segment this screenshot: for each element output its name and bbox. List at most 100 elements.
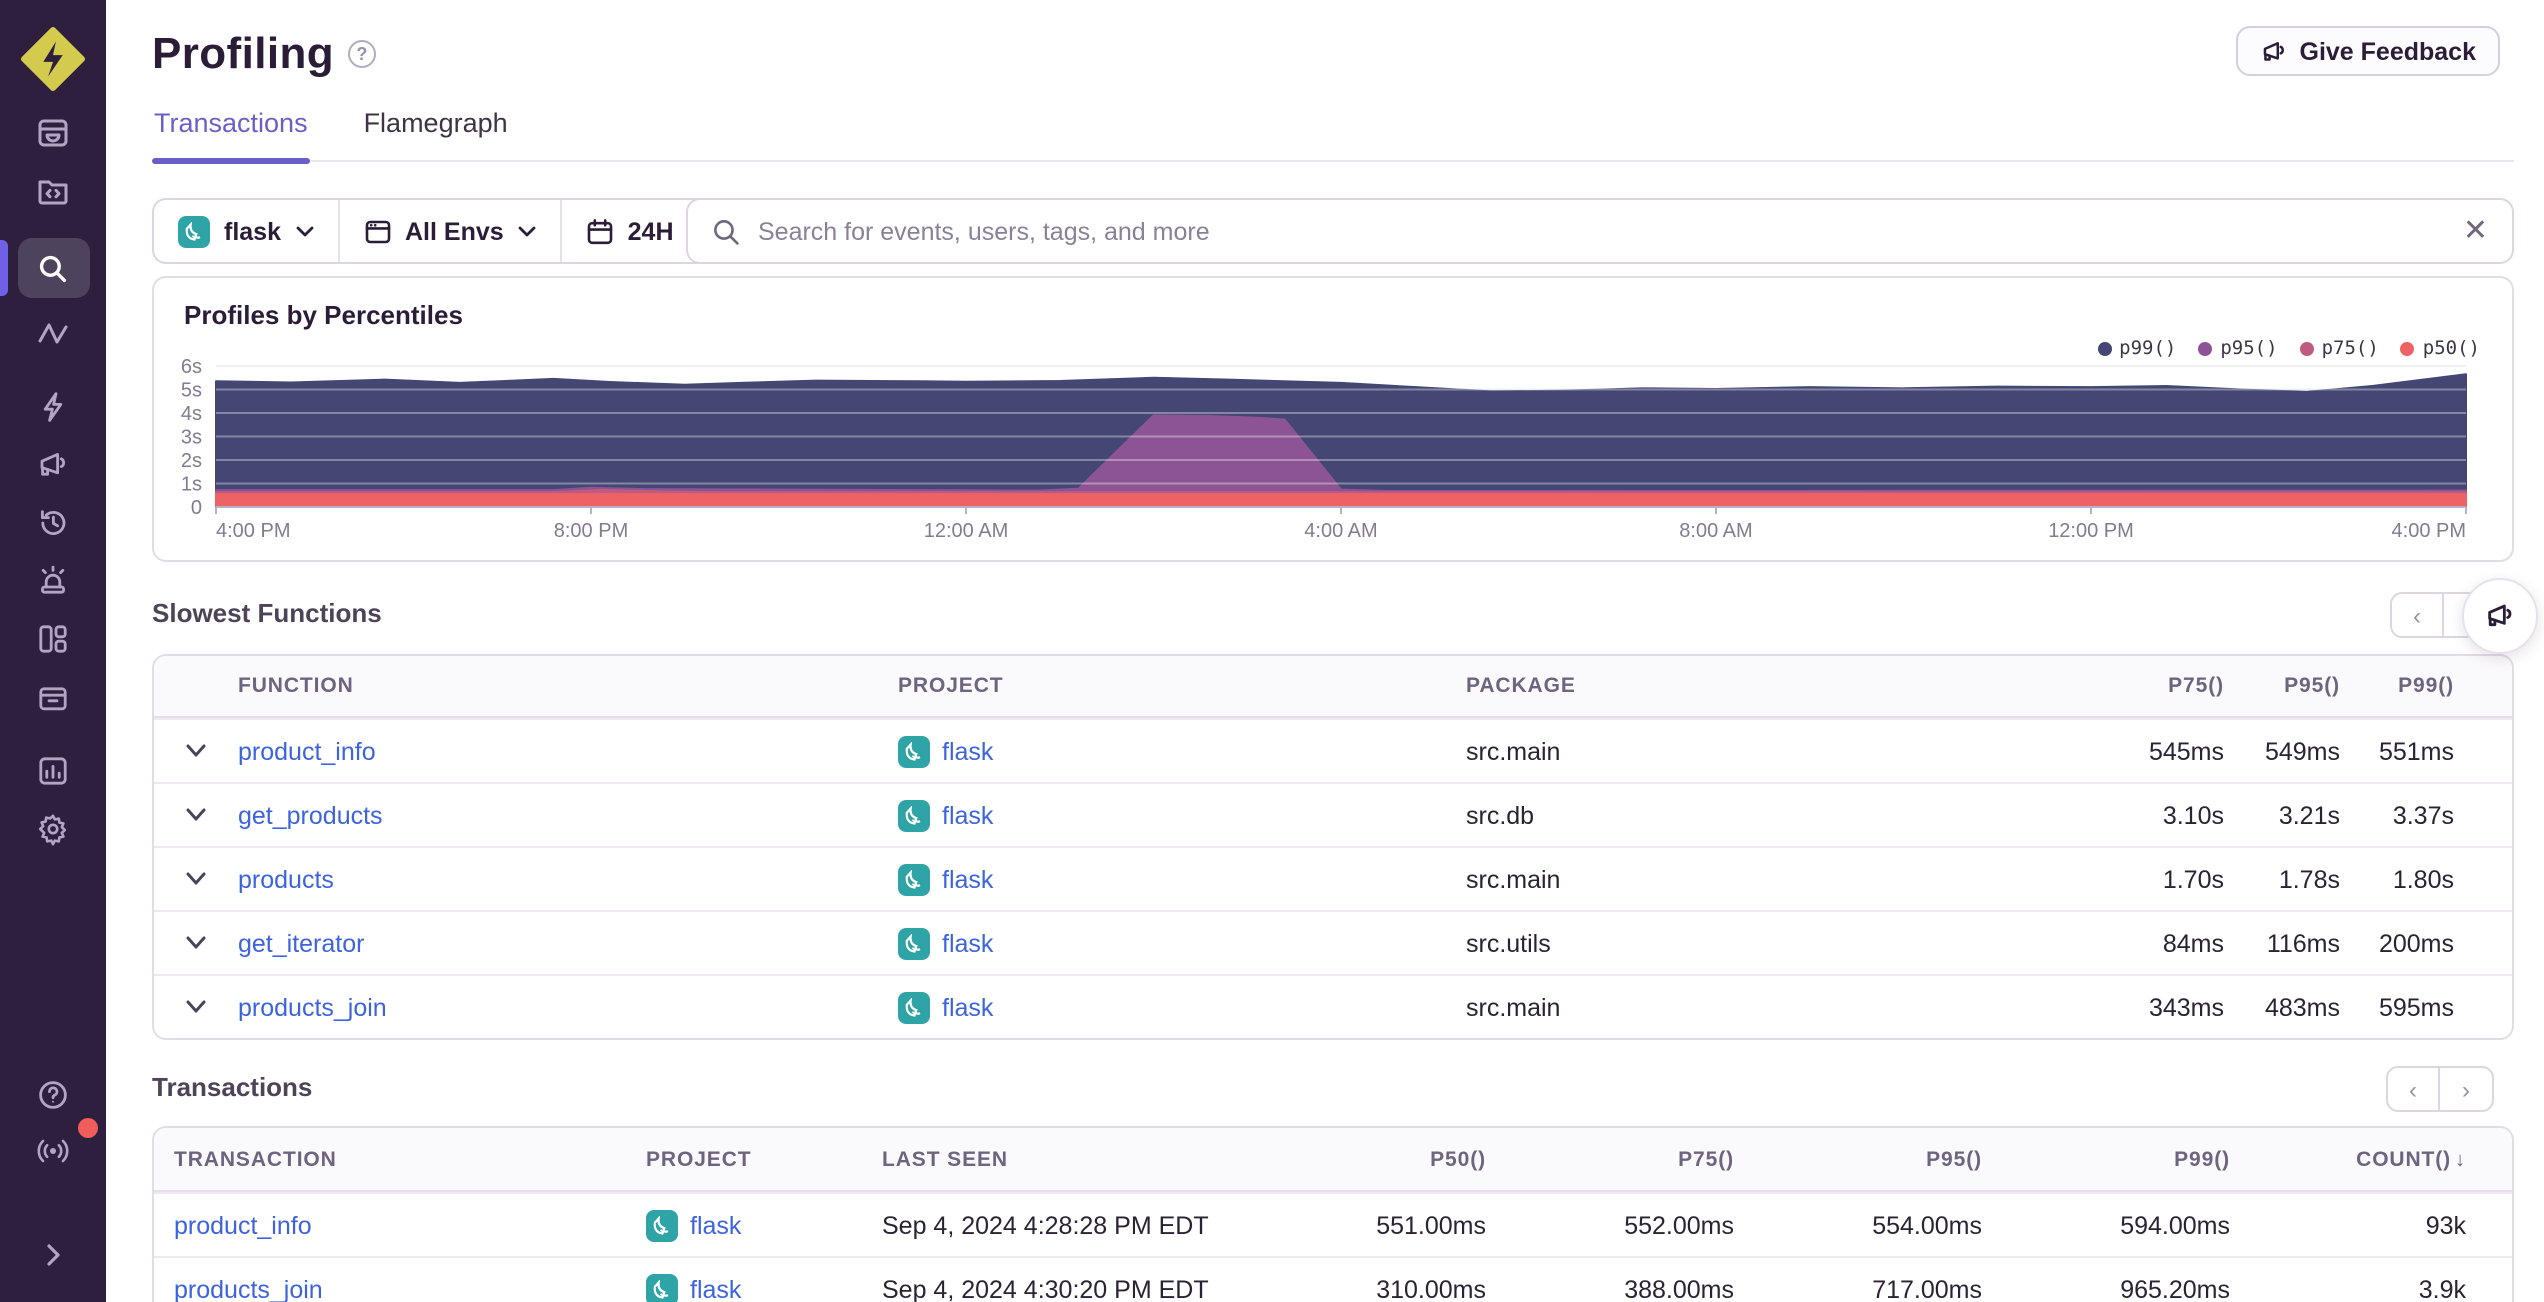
expand-row-button[interactable] xyxy=(154,872,238,886)
sidebar-item-stats[interactable] xyxy=(19,746,87,794)
package-cell: src.main xyxy=(1466,993,1561,1021)
package-cell: src.main xyxy=(1466,737,1561,765)
trace-zigzag-icon xyxy=(38,322,68,343)
search-input[interactable] xyxy=(758,217,2445,245)
floating-feedback-button[interactable] xyxy=(2462,578,2538,654)
sidebar-item-help[interactable] xyxy=(19,1070,87,1118)
project-filter[interactable]: flask xyxy=(154,200,337,262)
sidebar-collapse-button[interactable] xyxy=(19,1230,87,1278)
give-feedback-button[interactable]: Give Feedback xyxy=(2235,26,2500,76)
project-link[interactable]: flask xyxy=(942,801,993,829)
folder-code-icon xyxy=(38,179,68,204)
prev-page-button[interactable]: ‹ xyxy=(2386,1066,2440,1112)
date-range-label: 24H xyxy=(627,217,674,245)
sidebar-item-settings[interactable] xyxy=(19,804,87,852)
sidebar-item-alerts[interactable] xyxy=(19,556,87,604)
p99-cell: 1.80s xyxy=(2392,865,2454,893)
col-p95: P95() xyxy=(1926,1147,1982,1171)
project-link[interactable]: flask xyxy=(942,993,993,1021)
sidebar-item-replays[interactable] xyxy=(19,498,87,546)
sidebar-item-dashboards[interactable] xyxy=(19,614,87,662)
chevron-down-icon xyxy=(295,225,313,236)
function-link[interactable]: products_join xyxy=(238,993,898,1021)
expand-row-button[interactable] xyxy=(154,1000,238,1014)
issues-icon xyxy=(38,118,68,146)
p95-cell: 717.00ms xyxy=(1872,1275,1982,1302)
svg-text:4:00 PM: 4:00 PM xyxy=(2392,520,2466,542)
function-link[interactable]: get_iterator xyxy=(238,929,898,957)
tab-flamegraph[interactable]: Flamegraph xyxy=(362,104,510,160)
sidebar-item-feedback[interactable] xyxy=(19,440,87,488)
title-help-icon[interactable]: ? xyxy=(348,40,377,68)
project-link[interactable]: flask xyxy=(690,1275,741,1302)
svg-text:12:00 PM: 12:00 PM xyxy=(2048,520,2134,542)
expand-row-button[interactable] xyxy=(154,936,238,950)
sidebar-item-releases[interactable] xyxy=(19,672,87,720)
tab-transactions[interactable]: Transactions xyxy=(152,104,310,164)
col-project: PROJECT xyxy=(898,674,1004,698)
package-cell: src.db xyxy=(1466,801,1535,829)
project-link[interactable]: flask xyxy=(690,1211,741,1239)
p99-cell: 551ms xyxy=(2378,737,2454,765)
slowest-functions-heading: Slowest Functions xyxy=(152,598,382,628)
transaction-link[interactable]: products_join xyxy=(154,1275,646,1302)
flask-project-icon xyxy=(178,215,210,247)
transactions-header-row: TRANSACTION PROJECT LAST SEEN P50() P75(… xyxy=(154,1128,2512,1192)
broadcast-icon xyxy=(37,1138,69,1162)
transactions-table: TRANSACTION PROJECT LAST SEEN P50() P75(… xyxy=(152,1126,2514,1302)
function-link[interactable]: product_info xyxy=(238,737,898,765)
flask-project-icon xyxy=(646,1273,678,1302)
flask-project-icon xyxy=(646,1209,678,1241)
transaction-link[interactable]: product_info xyxy=(154,1211,646,1239)
table-row: products_join flask src.main 343ms 483ms… xyxy=(154,974,2512,1038)
give-feedback-label: Give Feedback xyxy=(2299,37,2477,65)
transactions-heading: Transactions xyxy=(152,1072,313,1102)
bar-chart-icon xyxy=(39,756,67,784)
col-transaction: TRANSACTION xyxy=(174,1147,337,1171)
project-link[interactable]: flask xyxy=(942,929,993,957)
chevron-right-icon xyxy=(47,1243,60,1265)
clock-rewind-icon xyxy=(41,509,66,534)
last-seen-cell: Sep 4, 2024 4:30:20 PM EDT xyxy=(882,1275,1209,1302)
table-row: product_info flask Sep 4, 2024 4:28:28 P… xyxy=(154,1192,2512,1256)
table-row: products flask src.main 1.70s 1.78s 1.80… xyxy=(154,846,2512,910)
col-p95: P95() xyxy=(2284,674,2340,698)
col-project: PROJECT xyxy=(646,1147,752,1171)
environment-filter[interactable]: All Envs xyxy=(337,200,560,262)
sidebar-item-projects[interactable] xyxy=(19,166,87,214)
window-icon xyxy=(364,219,390,243)
col-count[interactable]: COUNT() ↓ xyxy=(2230,1147,2512,1171)
table-row: get_products flask src.db 3.10s 3.21s 3.… xyxy=(154,782,2512,846)
last-seen-cell: Sep 4, 2024 4:28:28 PM EDT xyxy=(882,1211,1209,1239)
function-link[interactable]: get_products xyxy=(238,801,898,829)
expand-row-button[interactable] xyxy=(154,808,238,822)
flask-project-icon xyxy=(898,991,930,1023)
megaphone-icon xyxy=(40,452,65,475)
col-function: FUNCTION xyxy=(238,674,354,698)
sidebar-item-issues[interactable] xyxy=(19,108,87,156)
search-icon xyxy=(714,219,739,244)
clear-search-icon[interactable]: ✕ xyxy=(2463,216,2488,246)
sidebar-item-whats-new[interactable] xyxy=(19,1118,97,1174)
megaphone-icon xyxy=(2488,604,2512,627)
sidebar-item-explore[interactable] xyxy=(0,238,89,298)
prev-page-button[interactable]: ‹ xyxy=(2390,592,2444,638)
next-page-button[interactable]: › xyxy=(2440,1066,2494,1112)
expand-row-button[interactable] xyxy=(154,744,238,758)
sidebar-item-quick-start[interactable] xyxy=(19,382,87,430)
search-bar: ✕ xyxy=(686,198,2514,264)
svg-text:1s: 1s xyxy=(181,474,202,496)
sentry-logo[interactable] xyxy=(20,26,86,92)
p75-cell: 552.00ms xyxy=(1624,1211,1734,1239)
sidebar xyxy=(0,0,106,1302)
svg-text:5s: 5s xyxy=(181,380,202,402)
count-cell: 93k xyxy=(2425,1211,2466,1239)
p99-cell: 200ms xyxy=(2378,929,2454,957)
percentiles-area-chart[interactable]: 4:00 PM 8:00 PM 12:00 AM 4:00 AM 8:00 AM 12:0… xyxy=(154,278,2516,564)
gear-icon xyxy=(38,813,67,845)
p75-cell: 3.10s xyxy=(2162,801,2224,829)
function-link[interactable]: products xyxy=(238,865,898,893)
project-link[interactable]: flask xyxy=(942,737,993,765)
sidebar-item-traces[interactable] xyxy=(19,308,87,356)
project-link[interactable]: flask xyxy=(942,865,993,893)
